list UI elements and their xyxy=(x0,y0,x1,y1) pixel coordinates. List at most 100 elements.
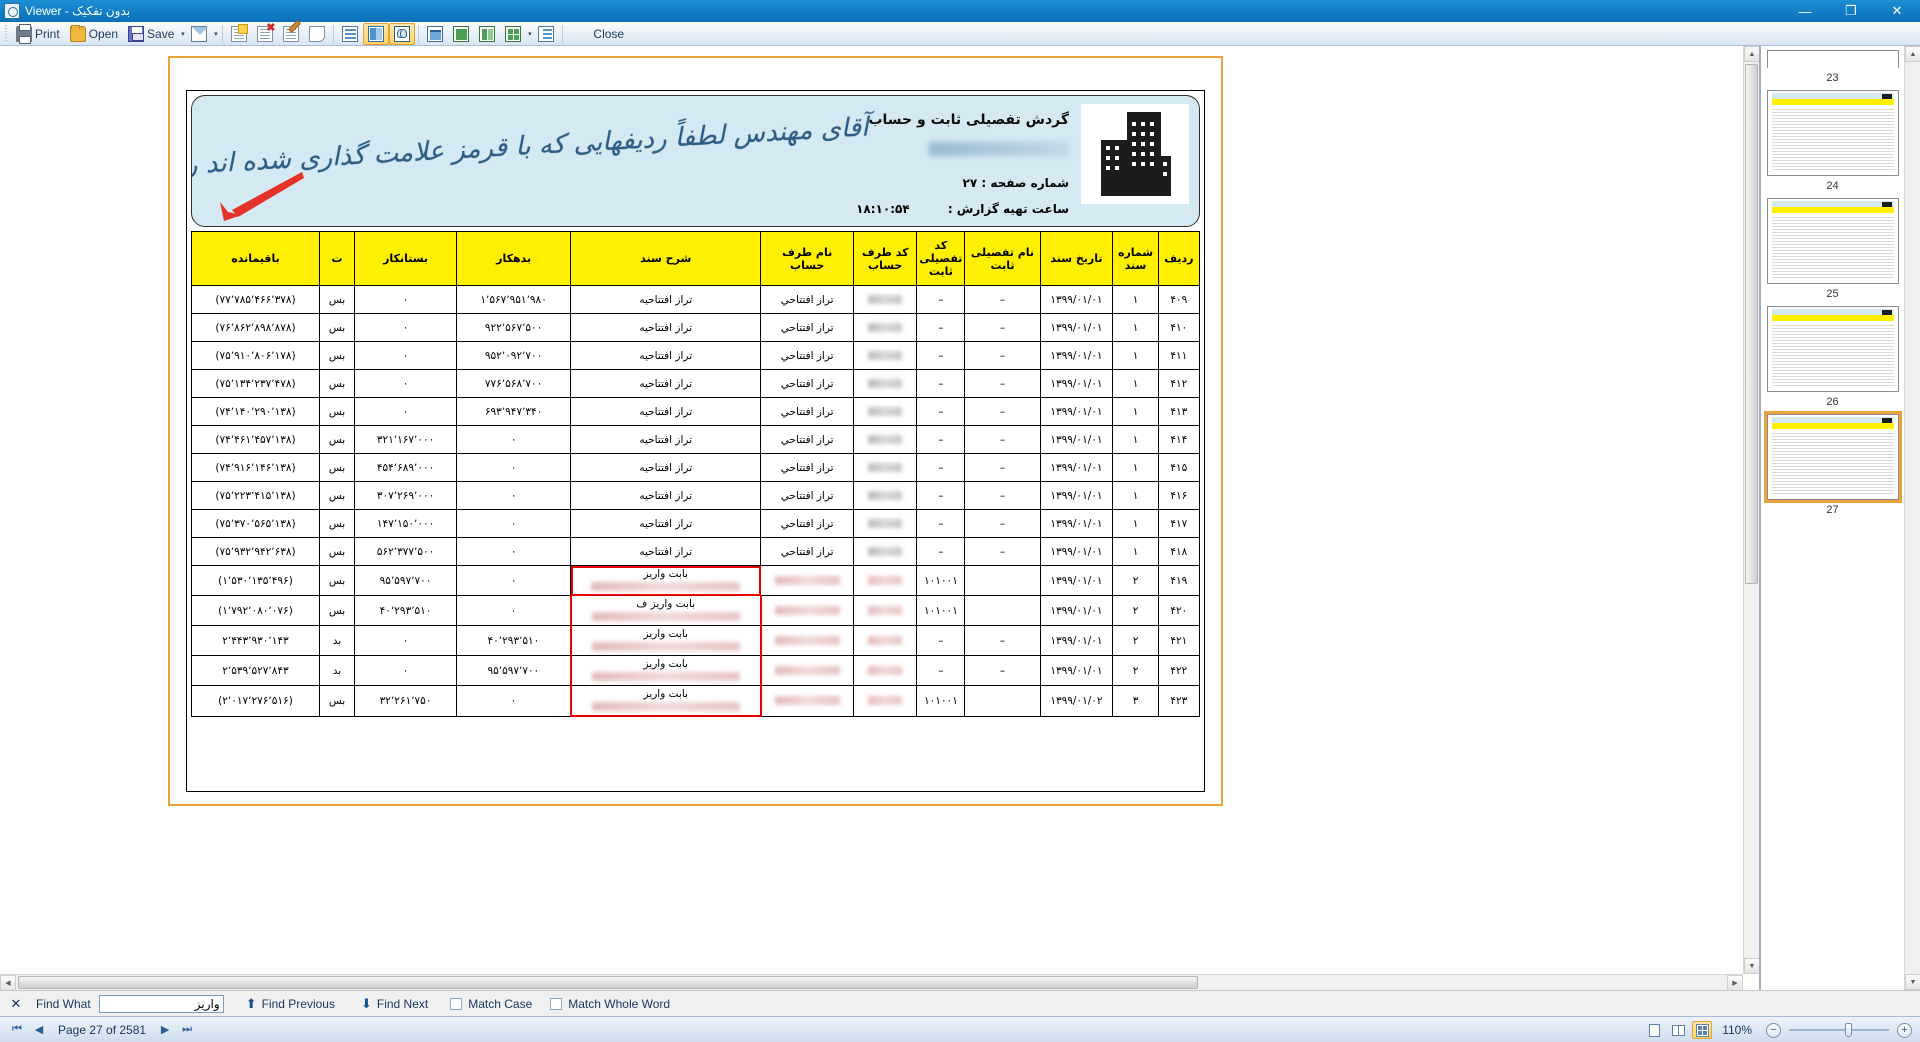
cell-sharh-text: بابت واریز ف xyxy=(636,598,696,610)
view-two-page-button[interactable] xyxy=(1668,1021,1688,1039)
scroll-right-button[interactable]: ▶ xyxy=(1727,975,1743,990)
cell-bestankar: ۹۵٬۵۹۷٬۷۰۰ xyxy=(353,565,458,596)
find-next-button[interactable]: ⬇ Find Next xyxy=(357,994,432,1014)
previous-page-button[interactable]: ◀ xyxy=(28,1020,50,1040)
table-row[interactable]: ۴۱۹ ۲ ۱۳۹۹/۰۱/۰۱ ۱۰۱۰۰۱ بابت واریز ۰ ۹۵٬۵۹۷٬۷۰… xyxy=(191,565,1201,596)
page-layout-caret[interactable]: ▾ xyxy=(526,26,533,42)
thumbnail-list[interactable]: 23 24 25 26 27 xyxy=(1761,46,1904,990)
edit-document-button[interactable] xyxy=(278,23,304,45)
zoom-in-button[interactable]: + xyxy=(1897,1022,1912,1038)
export-mail-button[interactable] xyxy=(186,23,212,45)
four-page-button[interactable] xyxy=(500,23,526,45)
find-toggle-button[interactable] xyxy=(389,22,416,45)
table-row[interactable]: ۴۱۳ ۱ ۱۳۹۹/۰۱/۰۱– – تراز افتتاحي تراز افتتاحي… xyxy=(191,397,1201,426)
cell-sanad-no: ۲ xyxy=(1112,625,1159,656)
match-case-checkbox[interactable]: Match Case xyxy=(450,997,532,1011)
thumbnail-page[interactable] xyxy=(1767,198,1899,284)
cell-taraf-code xyxy=(852,397,918,426)
table-row[interactable]: ۴۱۸ ۱ ۱۳۹۹/۰۱/۰۱– – تراز افتتاحي تراز افتتاحي… xyxy=(191,537,1201,566)
cell-sharh: تراز افتتاحيه xyxy=(570,537,762,566)
main-area: گردش تفصیلی ثابت و حساب شماره صفحه : ۲۷ … xyxy=(0,46,1920,990)
thumb-scroll-up-button[interactable]: ▲ xyxy=(1905,46,1920,62)
vertical-scroll-thumb[interactable] xyxy=(1745,64,1758,584)
cell-tafsili-name: – xyxy=(964,655,1041,686)
cell-sanad-date: ۱۳۹۹/۰۱/۰۱ xyxy=(1039,369,1114,398)
thumbnail-page[interactable] xyxy=(1764,411,1902,503)
cell-sanad-no: ۱ xyxy=(1112,453,1159,482)
cell-tafsili-name: – xyxy=(964,369,1041,398)
print-button[interactable]: Print xyxy=(11,23,65,45)
cell-t: بس xyxy=(319,369,355,398)
cell-sanad-date: ۱۳۹۹/۰۱/۰۱ xyxy=(1039,481,1114,510)
cell-sharh: تراز افتتاحيه xyxy=(570,425,762,454)
report-page: گردش تفصیلی ثابت و حساب شماره صفحه : ۲۷ … xyxy=(168,56,1223,806)
company-logo xyxy=(1081,104,1189,204)
scroll-up-button[interactable]: ▲ xyxy=(1744,46,1759,62)
save-button[interactable]: Save xyxy=(123,23,179,45)
scroll-left-button[interactable]: ◀ xyxy=(0,975,16,990)
table-row[interactable]: ۴۱۵ ۱ ۱۳۹۹/۰۱/۰۱– – تراز افتتاحي تراز افتتاحي… xyxy=(191,453,1201,482)
find-previous-button[interactable]: ⬆ Find Previous xyxy=(242,994,339,1014)
export-dropdown-caret[interactable]: ▾ xyxy=(212,26,219,42)
cell-taraf-code xyxy=(852,537,918,566)
table-row[interactable]: ۴۱۶ ۱ ۱۳۹۹/۰۱/۰۱– – تراز افتتاحي تراز افتتاحي… xyxy=(191,481,1201,510)
col-taraf-code: کد طرف حساب xyxy=(852,231,918,286)
page-setup-button[interactable] xyxy=(304,23,330,45)
table-row[interactable]: ۴۲۳ ۳ ۱۳۹۹/۰۱/۰۲ ۱۰۱۰۰۱ بابت واریز ۰ ۳۲٬۲۶۱٬۷۵… xyxy=(191,685,1201,717)
col-t: ت xyxy=(319,231,355,286)
table-row[interactable]: ۴۲۱ ۲ ۱۳۹۹/۰۱/۰۱– – بابت واریز ۴۰٬۲۹۳٬۵۱۰ ۰ بد ۲… xyxy=(191,625,1201,656)
document-vertical-scrollbar[interactable]: ▲ ▼ xyxy=(1743,46,1759,974)
cell-sharh: تراز افتتاحيه xyxy=(570,285,762,314)
single-page-button[interactable] xyxy=(448,23,474,45)
continuous-scroll-button[interactable] xyxy=(533,23,559,45)
thumb-scroll-down-button[interactable]: ▼ xyxy=(1905,974,1920,990)
table-row[interactable]: ۴۱۲ ۱ ۱۳۹۹/۰۱/۰۱– – تراز افتتاحي تراز افتتاحي… xyxy=(191,369,1201,398)
horizontal-scroll-thumb[interactable] xyxy=(18,976,1198,989)
match-whole-word-checkbox[interactable]: Match Whole Word xyxy=(550,997,670,1011)
table-row[interactable]: ۴۲۰ ۲ ۱۳۹۹/۰۱/۰۱ ۱۰۱۰۰۱ بابت واریز ف ۰ ۴۰٬۲۹۳٬… xyxy=(191,595,1201,626)
col-baghimande: باقیمانده xyxy=(191,231,320,286)
table-row[interactable]: ۴۲۲ ۲ ۱۳۹۹/۰۱/۰۱– – بابت واریز ۹۵٬۵۹۷٬۷۰۰ ۰ بد ۲… xyxy=(191,655,1201,686)
thumbnail-scrollbar[interactable]: ▲ ▼ xyxy=(1904,46,1920,990)
last-page-button[interactable]: ⏭ xyxy=(176,1020,198,1040)
table-row[interactable]: ۴۱۴ ۱ ۱۳۹۹/۰۱/۰۱– – تراز افتتاحي تراز افتتاحي… xyxy=(191,425,1201,454)
maximize-button[interactable]: ❐ xyxy=(1828,0,1874,22)
zoom-slider[interactable] xyxy=(1789,1023,1889,1037)
table-row[interactable]: ۴۱۱ ۱ ۱۳۹۹/۰۱/۰۱– – تراز افتتاحي تراز افتتاحي… xyxy=(191,341,1201,370)
view-single-page-button[interactable] xyxy=(1644,1021,1664,1039)
cell-taraf-name: تراز افتتاحي xyxy=(760,425,854,454)
table-row[interactable]: ۴۱۷ ۱ ۱۳۹۹/۰۱/۰۱– – تراز افتتاحي تراز افتتاحي… xyxy=(191,509,1201,538)
next-page-button[interactable]: ▶ xyxy=(154,1020,176,1040)
view-four-page-button[interactable] xyxy=(1692,1021,1713,1039)
outline-view-button[interactable] xyxy=(337,23,363,45)
find-bar: ✕ Find What ⬆ Find Previous ⬇ Find Next … xyxy=(0,990,1920,1016)
close-window-button[interactable]: ✕ xyxy=(1874,0,1920,22)
new-document-button[interactable] xyxy=(226,23,252,45)
open-button[interactable]: Open xyxy=(65,23,123,45)
cell-t: بس xyxy=(319,453,355,482)
cell-baghimande: (۷۷٬۷۸۵٬۴۶۶٬۳۷۸) xyxy=(191,285,320,314)
table-row[interactable]: ۴۰۹ ۱ ۱۳۹۹/۰۱/۰۱– – تراز افتتاحي تراز افتتاحي… xyxy=(191,285,1201,314)
thumbnail-page[interactable] xyxy=(1767,90,1899,176)
save-dropdown-caret[interactable]: ▾ xyxy=(179,26,186,42)
table-row[interactable]: ۴۱۰ ۱ ۱۳۹۹/۰۱/۰۱– – تراز افتتاحي تراز افتتاحي… xyxy=(191,313,1201,342)
toolbar-grip[interactable] xyxy=(2,24,9,43)
scroll-down-button[interactable]: ▼ xyxy=(1744,958,1759,974)
zoom-out-button[interactable]: − xyxy=(1766,1022,1781,1038)
thumbnail-pane-toggle[interactable] xyxy=(363,22,390,45)
find-close-button[interactable]: ✕ xyxy=(6,994,26,1014)
window-title-bar: بدون تفکیک - Viewer — ❐ ✕ xyxy=(0,0,1920,22)
thumb-table-rows xyxy=(1772,323,1894,387)
two-page-button[interactable] xyxy=(474,23,500,45)
minimize-button[interactable]: — xyxy=(1782,0,1828,22)
close-document-button[interactable]: Close xyxy=(582,23,635,45)
find-input[interactable] xyxy=(98,994,224,1013)
thumbnail-partial[interactable] xyxy=(1767,50,1899,68)
first-page-button[interactable]: ⏮ xyxy=(6,1020,28,1040)
cell-taraf-name: تراز افتتاحي xyxy=(760,369,854,398)
fit-width-button[interactable] xyxy=(422,23,448,45)
zoom-slider-thumb[interactable] xyxy=(1845,1023,1852,1037)
thumbnail-page[interactable] xyxy=(1767,306,1899,392)
delete-document-button[interactable] xyxy=(252,23,278,45)
document-horizontal-scrollbar[interactable]: ◀ ▶ xyxy=(0,974,1743,990)
